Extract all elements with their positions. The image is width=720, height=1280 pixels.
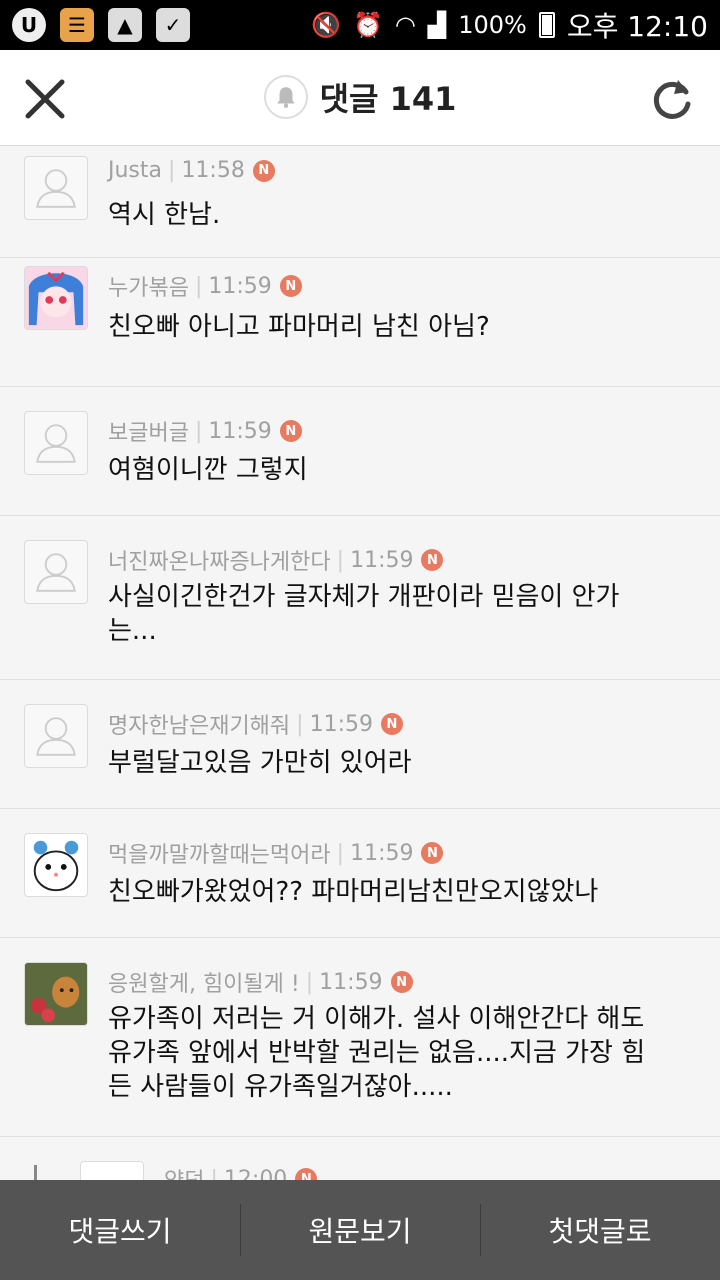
comment-item[interactable]: 양덕|12:00N <box>0 1137 720 1180</box>
new-badge: N <box>421 842 444 864</box>
comment-text: 친오빠가왔었어?? 파마머리남친만오지않았나 <box>108 877 599 907</box>
battery-percent: 100% <box>458 11 527 39</box>
comment-time: 11:59 <box>350 840 414 866</box>
bell-icon <box>276 87 295 108</box>
comment-item[interactable]: 누가볶음 | 11:59 N 친오빠 아니고 파마머리 남친 아님? <box>0 258 720 387</box>
avatar[interactable] <box>24 156 88 220</box>
default-avatar-icon <box>36 424 76 463</box>
comment-author[interactable]: 응원할게, 힘이될게 ! <box>108 966 300 998</box>
comment-item[interactable]: 응원할게, 힘이될게 ! | 11:59 N 유가족이 저러는 거 이해가. 설사 이… <box>0 938 720 1137</box>
first-comment-button[interactable]: 첫댓글로 <box>480 1180 720 1280</box>
signal-icon: ▟ <box>427 11 447 39</box>
avatar[interactable] <box>24 833 88 897</box>
avatar[interactable] <box>24 266 88 330</box>
comment-meta: 명자한남은재기해줘 | 11:59 N <box>108 708 403 740</box>
comment-time: 11:59 <box>350 547 414 573</box>
notification-bell-button[interactable] <box>263 75 308 119</box>
comment-text: 친오빠 아니고 파마머리 남친 아님? <box>108 312 490 342</box>
comment-meta: 누가볶음 | 11:59 N <box>108 270 302 302</box>
hamster-avatar-icon <box>33 840 79 892</box>
new-badge: N <box>279 420 302 442</box>
comment-item[interactable]: 먹을까말까할때는먹어라 | 11:59 N 친오빠가왔었어?? 파마머리남친만오지않았… <box>0 809 720 938</box>
refresh-button[interactable] <box>648 74 696 126</box>
new-badge: N <box>252 159 275 182</box>
write-comment-button[interactable]: 댓글쓰기 <box>0 1180 240 1280</box>
comment-text: 역시 한남. <box>108 200 221 230</box>
comment-text: 부럴달고있음 가만히 있어라 <box>108 748 412 778</box>
comment-time: 11:58 <box>181 158 245 183</box>
comment-item[interactable]: 명자한남은재기해줘 | 11:59 N 부럴달고있음 가만히 있어라 <box>0 680 720 809</box>
view-original-button[interactable]: 원문보기 <box>240 1180 480 1280</box>
comment-author[interactable]: 양덕 <box>164 1163 204 1180</box>
comment-author[interactable]: Justa <box>108 158 162 183</box>
new-badge: N <box>421 549 444 571</box>
comment-time: 11:59 <box>208 418 272 444</box>
status-bar: U ☰ ▲ ✓ 🔇 ⏰ ◠ ▟ 100% 오후 12:10 <box>0 0 720 50</box>
battery-icon <box>538 12 555 38</box>
default-avatar-icon <box>36 553 76 592</box>
comment-item[interactable]: 너진짜온나짜증나게한다 | 11:59 N 사실이긴한건가 글자체가 개판이라 믿음이… <box>0 516 720 680</box>
avatar[interactable] <box>24 540 88 604</box>
reply-indicator-icon <box>34 1165 44 1180</box>
alarm-icon: ⏰ <box>352 11 383 39</box>
bottom-action-bar: 댓글쓰기 원문보기 첫댓글로 <box>0 1180 720 1280</box>
clipboard-check-icon: ✓ <box>156 8 190 42</box>
comment-author[interactable]: 누가볶음 <box>108 270 189 302</box>
comment-list[interactable]: Justa | 11:58 N 역시 한남. 누가볶음 | 11:59 N 친오빠 아니고 … <box>0 146 720 1180</box>
comment-author[interactable]: 먹을까말까할때는먹어라 <box>108 837 331 869</box>
header: 댓글 141 <box>0 50 720 146</box>
default-avatar-icon <box>36 169 76 208</box>
comment-meta: 먹을까말까할때는먹어라 | 11:59 N <box>108 837 444 869</box>
avatar[interactable] <box>80 1161 144 1180</box>
new-badge: N <box>381 713 403 735</box>
comment-author[interactable]: 너진짜온나짜증나게한다 <box>108 544 331 576</box>
gallery-icon: ▲ <box>108 8 142 42</box>
comment-time: 11:59 <box>208 273 272 299</box>
comment-time: 11:59 <box>309 711 373 737</box>
wifi-icon: ◠ <box>394 11 416 39</box>
default-avatar-icon <box>36 717 76 756</box>
refresh-icon <box>653 80 691 119</box>
clock: 오후 12:10 <box>566 10 708 43</box>
avatar[interactable] <box>24 962 88 1026</box>
anime-girl-avatar-icon <box>25 267 87 329</box>
comment-meta: 너진짜온나짜증나게한다 | 11:59 N <box>108 544 444 576</box>
comment-meta: 보글버글 | 11:59 N <box>108 415 302 447</box>
red-cap-avatar-icon <box>81 1162 143 1180</box>
page-title: 댓글 141 <box>319 80 457 118</box>
avatar[interactable] <box>24 411 88 475</box>
comment-time: 11:59 <box>319 969 383 995</box>
comment-meta: 응원할게, 힘이될게 ! | 11:59 N <box>108 966 413 998</box>
comment-text: 사실이긴한건가 글자체가 개판이라 믿음이 안가는... <box>108 582 620 646</box>
comment-item[interactable]: 보글버글 | 11:59 N 여혐이니깐 그렇지 <box>0 387 720 516</box>
comment-text: 여혐이니깐 그렇지 <box>108 455 308 485</box>
comment-author[interactable]: 명자한남은재기해줘 <box>108 708 290 740</box>
app-u-icon: U <box>12 8 46 42</box>
new-badge: N <box>295 1168 318 1180</box>
new-badge: N <box>390 971 413 993</box>
comment-time: 12:00 <box>223 1166 288 1181</box>
dog-photo-avatar-icon <box>25 963 87 1025</box>
comment-meta: 양덕|12:00N <box>164 1163 318 1181</box>
avatar[interactable] <box>24 704 88 768</box>
comment-meta: Justa | 11:58 N <box>108 158 275 183</box>
comment-text: 유가족이 저러는 거 이해가. 설사 이해안간다 해도 유가족 앞에서 반박할 … <box>108 1004 646 1102</box>
comment-author[interactable]: 보글버글 <box>108 415 189 447</box>
new-badge: N <box>279 275 302 297</box>
comment-item[interactable]: Justa | 11:58 N 역시 한남. <box>0 146 720 258</box>
mute-icon: 🔇 <box>311 11 341 39</box>
notes-app-icon: ☰ <box>60 8 94 42</box>
